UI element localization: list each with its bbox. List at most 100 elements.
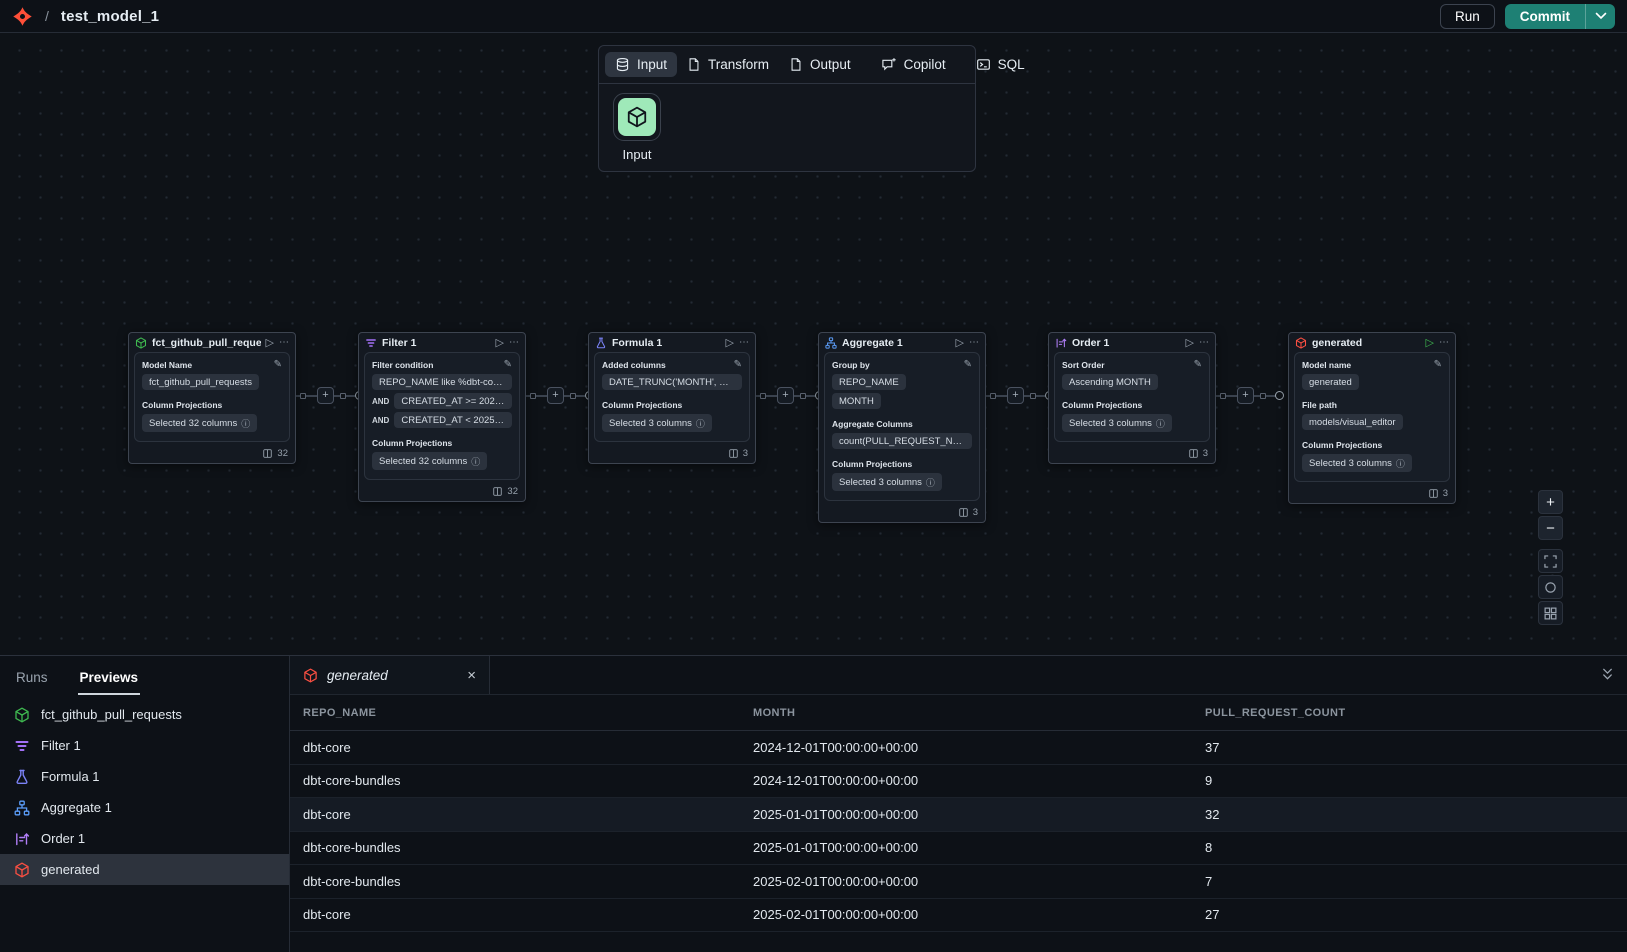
column-count: 32 bbox=[277, 448, 288, 459]
edit-icon[interactable]: ✎ bbox=[504, 360, 512, 370]
node-card: Sort Order ✎ Ascending MONTH Column Proj… bbox=[1054, 352, 1210, 442]
list-item-aggregate-1[interactable]: Aggregate 1 bbox=[0, 792, 289, 823]
tile-frame bbox=[613, 93, 661, 141]
node-menu-button[interactable]: ⋯ bbox=[969, 338, 979, 348]
list-item-generated[interactable]: generated bbox=[0, 854, 289, 885]
info-icon[interactable]: ⓘ bbox=[696, 417, 705, 430]
commit-dropdown-button[interactable] bbox=[1585, 4, 1615, 29]
tab-previews[interactable]: Previews bbox=[78, 661, 141, 695]
info-icon[interactable]: ⓘ bbox=[241, 417, 250, 430]
add-node-button[interactable]: + bbox=[317, 387, 334, 404]
play-button[interactable]: ▷ bbox=[266, 338, 274, 349]
edit-icon[interactable]: ✎ bbox=[734, 360, 742, 370]
close-icon[interactable]: × bbox=[467, 667, 476, 684]
cell-month: 2024-12-01T00:00:00+00:00 bbox=[753, 740, 1205, 755]
config-pill: REPO_NAME bbox=[832, 374, 906, 390]
canvas-controls: + − bbox=[1538, 490, 1563, 625]
section-label: Model Name bbox=[142, 360, 192, 370]
node-order-1[interactable]: Order 1 ▷ ⋯ Sort Order ✎ Ascending MONTH… bbox=[1048, 332, 1216, 464]
tab-copilot[interactable]: Copilot bbox=[871, 52, 956, 77]
node-title: Order 1 bbox=[1072, 337, 1181, 349]
zoom-in-button[interactable]: + bbox=[1538, 490, 1563, 514]
flow-canvas[interactable]: Input Transform Output Copilot bbox=[0, 33, 1627, 655]
run-button[interactable]: Run bbox=[1440, 4, 1495, 29]
connection-handle[interactable] bbox=[570, 393, 576, 399]
connection-handle[interactable] bbox=[300, 393, 306, 399]
tab-output[interactable]: Output bbox=[779, 52, 861, 77]
node-header: generated ▷ ⋯ bbox=[1289, 333, 1455, 352]
play-button[interactable]: ▷ bbox=[956, 338, 964, 349]
connection-handle[interactable] bbox=[340, 393, 346, 399]
node-aggregate-1[interactable]: Aggregate 1 ▷ ⋯ Group by ✎ REPO_NAME MON… bbox=[818, 332, 986, 523]
node-footer: 32 bbox=[129, 446, 295, 463]
edit-icon[interactable]: ✎ bbox=[1434, 360, 1442, 370]
connection-handle[interactable] bbox=[990, 393, 996, 399]
collapse-panel-button[interactable] bbox=[1600, 666, 1615, 682]
config-pill: Selected 3 columnsⓘ bbox=[832, 473, 942, 491]
node-filter-1[interactable]: Filter 1 ▷ ⋯ Filter condition ✎ REPO_NAM… bbox=[358, 332, 526, 502]
zoom-out-button[interactable]: − bbox=[1538, 516, 1563, 540]
node-palette: Input Transform Output Copilot bbox=[598, 45, 976, 172]
tab-sql[interactable]: SQL bbox=[966, 52, 1035, 77]
input-node-tile[interactable]: Input bbox=[611, 93, 663, 162]
play-button[interactable]: ▷ bbox=[726, 338, 734, 349]
node-generated[interactable]: generated ▷ ⋯ Model name ✎ generated Fil… bbox=[1288, 332, 1456, 504]
fit-view-button[interactable] bbox=[1538, 549, 1563, 573]
add-node-button[interactable]: + bbox=[777, 387, 794, 404]
filter-icon bbox=[14, 738, 30, 754]
sort-icon bbox=[14, 831, 30, 847]
minimap-button[interactable] bbox=[1538, 601, 1563, 625]
node-menu-button[interactable]: ⋯ bbox=[739, 338, 749, 348]
list-item-filter-1[interactable]: Filter 1 bbox=[0, 730, 289, 761]
fit-view-icon bbox=[1544, 555, 1557, 568]
connection-handle[interactable] bbox=[530, 393, 536, 399]
list-item-formula-1[interactable]: Formula 1 bbox=[0, 761, 289, 792]
list-item-fct-github-pull-requests[interactable]: fct_github_pull_requests bbox=[0, 699, 289, 730]
node-header: Order 1 ▷ ⋯ bbox=[1049, 333, 1215, 352]
input-port[interactable] bbox=[1275, 391, 1284, 400]
node-menu-button[interactable]: ⋯ bbox=[1439, 338, 1449, 348]
node-formula-1[interactable]: Formula 1 ▷ ⋯ Added columns ✎ DATE_TRUNC… bbox=[588, 332, 756, 464]
node-menu-button[interactable]: ⋯ bbox=[509, 338, 519, 348]
config-pill: Selected 3 columnsⓘ bbox=[1062, 414, 1172, 432]
add-node-button[interactable]: + bbox=[1237, 387, 1254, 404]
preview-tab-generated[interactable]: generated × bbox=[290, 656, 490, 694]
connection-handle[interactable] bbox=[1030, 393, 1036, 399]
add-node-button[interactable]: + bbox=[1007, 387, 1024, 404]
column-count: 3 bbox=[1443, 488, 1448, 499]
connection-handle[interactable] bbox=[1260, 393, 1266, 399]
bottom-panel: Runs Previews fct_github_pull_requests F… bbox=[0, 655, 1627, 952]
info-icon[interactable]: ⓘ bbox=[1156, 417, 1165, 430]
list-item-order-1[interactable]: Order 1 bbox=[0, 823, 289, 854]
add-node-button[interactable]: + bbox=[547, 387, 564, 404]
edge-connector: + bbox=[986, 384, 1048, 408]
edit-icon[interactable]: ✎ bbox=[964, 360, 972, 370]
play-button[interactable]: ▷ bbox=[496, 338, 504, 349]
config-pill: fct_github_pull_requests bbox=[142, 374, 259, 390]
and-operator: AND bbox=[372, 397, 389, 406]
info-icon[interactable]: ⓘ bbox=[471, 455, 480, 468]
connection-handle[interactable] bbox=[1220, 393, 1226, 399]
info-icon[interactable]: ⓘ bbox=[1396, 457, 1405, 470]
edit-icon[interactable]: ✎ bbox=[274, 360, 282, 370]
node-fct-github-pull-requests[interactable]: fct_github_pull_requests ▷ ⋯ Model Name … bbox=[128, 332, 296, 464]
node-menu-button[interactable]: ⋯ bbox=[1199, 338, 1209, 348]
commit-button[interactable]: Commit bbox=[1505, 4, 1585, 29]
tab-label: Copilot bbox=[904, 57, 946, 72]
tab-runs[interactable]: Runs bbox=[14, 661, 50, 695]
section-label: Added columns bbox=[602, 360, 666, 370]
play-button[interactable]: ▷ bbox=[1426, 338, 1434, 349]
tab-label: Output bbox=[810, 57, 851, 72]
edit-icon[interactable]: ✎ bbox=[1194, 360, 1202, 370]
locate-button[interactable] bbox=[1538, 575, 1563, 599]
connection-handle[interactable] bbox=[800, 393, 806, 399]
tab-input[interactable]: Input bbox=[605, 52, 677, 77]
list-item-label: generated bbox=[41, 862, 100, 877]
info-icon[interactable]: ⓘ bbox=[926, 476, 935, 489]
node-menu-button[interactable]: ⋯ bbox=[279, 338, 289, 348]
tab-transform[interactable]: Transform bbox=[677, 52, 779, 77]
dbt-logo-icon[interactable] bbox=[12, 6, 33, 27]
edge-connector: + bbox=[296, 384, 358, 408]
connection-handle[interactable] bbox=[760, 393, 766, 399]
play-button[interactable]: ▷ bbox=[1186, 338, 1194, 349]
